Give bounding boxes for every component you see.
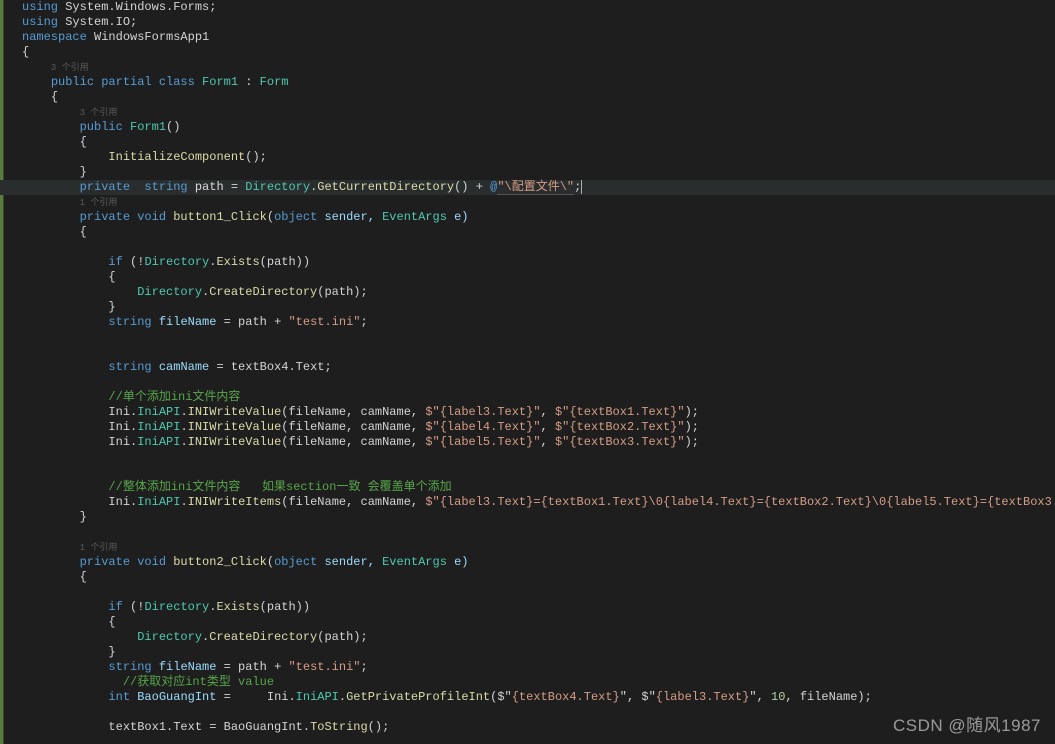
code-line: } xyxy=(22,165,1055,180)
code-line: private void button2_Click(object sender… xyxy=(22,555,1055,570)
code-line xyxy=(22,465,1055,480)
text-caret xyxy=(581,180,582,194)
code-line: Ini.IniAPI.INIWriteValue(fileName, camNa… xyxy=(22,435,1055,450)
code-line: Ini.IniAPI.INIWriteValue(fileName, camNa… xyxy=(22,405,1055,420)
code-line: namespace WindowsFormsApp1 xyxy=(22,30,1055,45)
code-line: int BaoGuangInt = Ini.IniAPI.GetPrivateP… xyxy=(22,690,1055,705)
code-area[interactable]: using System.Windows.Forms; using System… xyxy=(22,0,1055,744)
code-line: //单个添加ini文件内容 xyxy=(22,390,1055,405)
code-line xyxy=(22,240,1055,255)
code-line: { xyxy=(22,90,1055,105)
codelens-hint: 3 个引用 xyxy=(22,60,1055,75)
code-line: string fileName = path + "test.ini"; xyxy=(22,315,1055,330)
codelens-hint: 1 个引用 xyxy=(22,195,1055,210)
code-line xyxy=(22,450,1055,465)
code-line: { xyxy=(22,615,1055,630)
code-line: //整体添加ini文件内容 如果section一致 会覆盖单个添加 xyxy=(22,480,1055,495)
code-line: string camName = textBox4.Text; xyxy=(22,360,1055,375)
code-line xyxy=(22,525,1055,540)
code-line: { xyxy=(22,135,1055,150)
code-line: { xyxy=(22,570,1055,585)
code-line: } xyxy=(22,300,1055,315)
code-line xyxy=(22,735,1055,744)
code-line: { xyxy=(22,270,1055,285)
code-line: //获取对应int类型 value xyxy=(22,675,1055,690)
code-line: using System.IO; xyxy=(22,15,1055,30)
code-line-active: private string path = Directory.GetCurre… xyxy=(0,180,1055,195)
code-line: } xyxy=(22,645,1055,660)
code-line: } xyxy=(22,510,1055,525)
code-line: Directory.CreateDirectory(path); xyxy=(22,285,1055,300)
watermark: CSDN @随风1987 xyxy=(893,711,1041,736)
code-line: if (!Directory.Exists(path)) xyxy=(22,600,1055,615)
code-line xyxy=(22,585,1055,600)
code-line: Ini.IniAPI.INIWriteItems(fileName, camNa… xyxy=(22,495,1055,510)
code-line: { xyxy=(22,225,1055,240)
code-line: if (!Directory.Exists(path)) xyxy=(22,255,1055,270)
code-line: public partial class Form1 : Form xyxy=(22,75,1055,90)
code-line: public Form1() xyxy=(22,120,1055,135)
code-line xyxy=(22,345,1055,360)
codelens-hint: 3 个引用 xyxy=(22,105,1055,120)
code-editor[interactable]: using System.Windows.Forms; using System… xyxy=(0,0,1055,744)
codelens-hint: 1 个引用 xyxy=(22,540,1055,555)
code-line: Ini.IniAPI.INIWriteValue(fileName, camNa… xyxy=(22,420,1055,435)
code-line: using System.Windows.Forms; xyxy=(22,0,1055,15)
gutter xyxy=(0,0,22,744)
code-line: private void button1_Click(object sender… xyxy=(22,210,1055,225)
code-line xyxy=(22,330,1055,345)
code-line: string fileName = path + "test.ini"; xyxy=(22,660,1055,675)
code-line: InitializeComponent(); xyxy=(22,150,1055,165)
code-line xyxy=(22,375,1055,390)
code-line: Directory.CreateDirectory(path); xyxy=(22,630,1055,645)
code-line: { xyxy=(22,45,1055,60)
